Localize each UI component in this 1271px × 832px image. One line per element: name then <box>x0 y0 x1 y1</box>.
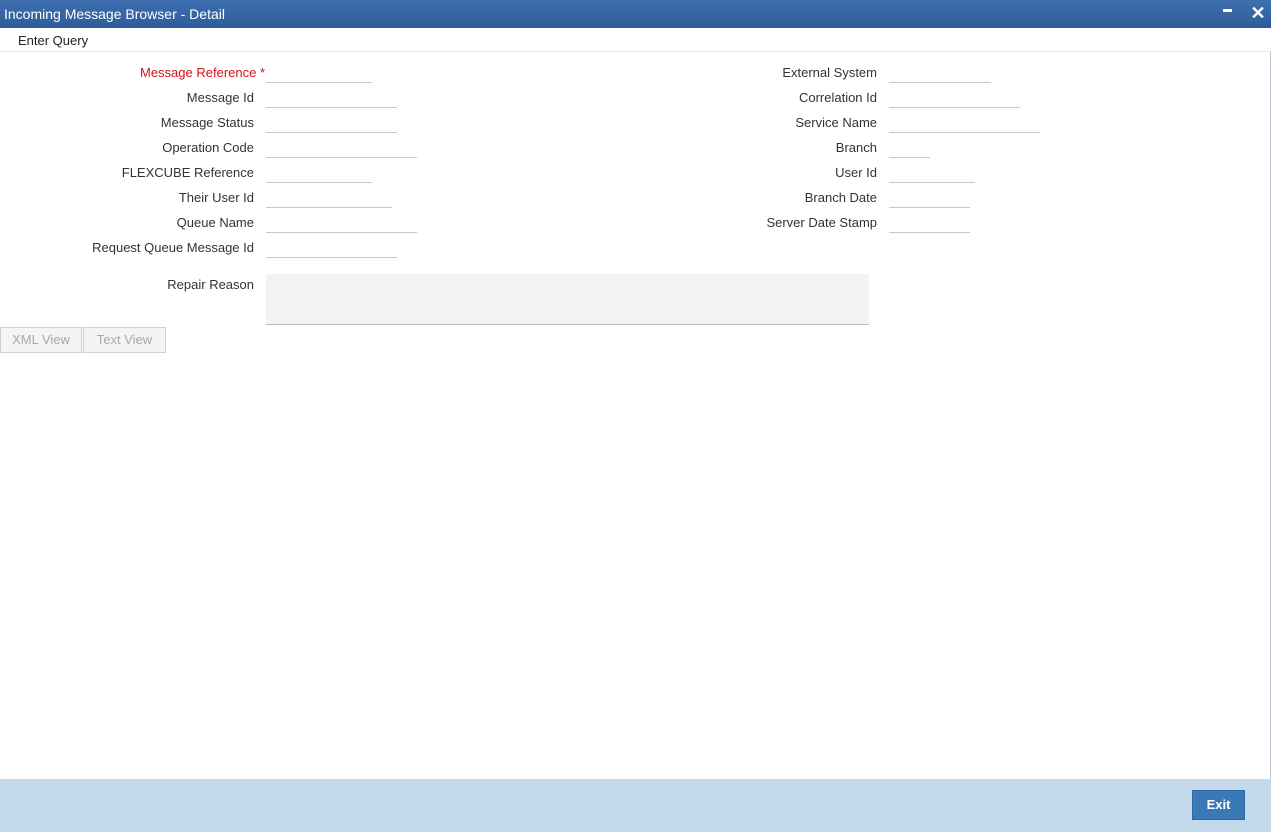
footer-bar <box>0 779 1271 832</box>
request-queue-message-id-label: Request Queue Message Id <box>92 240 254 255</box>
message-browser-window: Incoming Message Browser - Detail ✕ Ente… <box>0 0 1271 832</box>
message-status-field[interactable] <box>266 115 397 133</box>
text-view-button[interactable]: Text View <box>83 327 166 353</box>
message-reference-label-text: Message Reference <box>140 65 257 80</box>
user-id-field[interactable] <box>889 165 975 183</box>
service-name-field[interactable] <box>889 115 1040 133</box>
queue-name-field[interactable] <box>266 215 417 233</box>
enter-query-button[interactable]: Enter Query <box>18 33 88 48</box>
close-icon[interactable]: ✕ <box>1247 3 1269 25</box>
toolbar: Enter Query <box>0 28 1271 52</box>
queue-name-label: Queue Name <box>176 215 254 230</box>
branch-date-label: Branch Date <box>804 190 877 205</box>
their-user-id-label: Their User Id <box>178 190 254 205</box>
branch-field[interactable] <box>889 140 930 158</box>
message-id-field[interactable] <box>266 90 397 108</box>
flexcube-reference-field[interactable] <box>266 165 372 183</box>
external-system-field[interactable] <box>889 65 991 83</box>
message-id-label: Message Id <box>186 90 254 105</box>
correlation-id-field[interactable] <box>889 90 1020 108</box>
request-queue-message-id-field[interactable] <box>266 240 397 258</box>
flexcube-reference-label: FLEXCUBE Reference <box>121 165 254 180</box>
message-reference-field[interactable] <box>266 65 372 83</box>
branch-date-field[interactable] <box>889 190 970 208</box>
server-date-stamp-field[interactable] <box>889 215 970 233</box>
service-name-label: Service Name <box>795 115 877 130</box>
window-titlebar: Incoming Message Browser - Detail ✕ <box>0 0 1271 28</box>
server-date-stamp-label: Server Date Stamp <box>766 215 877 230</box>
correlation-id-label: Correlation Id <box>798 90 877 105</box>
message-status-label: Message Status <box>160 115 254 130</box>
user-id-label: User Id <box>835 165 877 180</box>
branch-label: Branch <box>835 140 877 155</box>
window-title: Incoming Message Browser - Detail <box>4 6 225 22</box>
operation-code-field[interactable] <box>266 140 417 158</box>
minimize-icon[interactable] <box>1216 3 1238 25</box>
xml-view-button[interactable]: XML View <box>0 327 82 353</box>
repair-reason-label: Repair Reason <box>167 277 254 292</box>
their-user-id-field[interactable] <box>266 190 392 208</box>
exit-button[interactable]: Exit <box>1192 790 1245 820</box>
operation-code-label: Operation Code <box>162 140 254 155</box>
required-mark: * <box>259 65 266 80</box>
message-reference-label: Message Reference * <box>140 65 265 80</box>
external-system-label: External System <box>782 65 877 80</box>
repair-reason-textarea[interactable] <box>266 274 869 325</box>
